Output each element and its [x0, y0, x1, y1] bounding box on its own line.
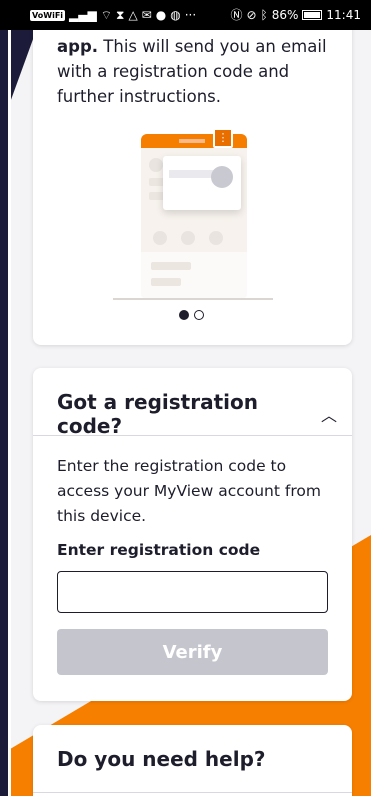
illustration-avatar [149, 158, 163, 172]
chevron-up-icon[interactable]: ︿ [321, 402, 337, 426]
more-icon: ··· [184, 8, 197, 22]
divider [33, 435, 352, 436]
mute-icon: ⊘ [246, 8, 257, 22]
illustration-bubble [209, 231, 223, 245]
intro-body: This will send you an email with a regis… [57, 37, 327, 106]
onboarding-intro-text: app. This will send you an email with a … [57, 34, 337, 109]
illustration-bubble [153, 231, 167, 245]
bluetooth-icon: ᛒ [260, 8, 268, 22]
divider [33, 792, 352, 793]
app-icon: ◍ [170, 8, 181, 22]
illustration-sheet [141, 252, 247, 299]
carousel-dot-active[interactable] [179, 310, 189, 320]
registration-header[interactable]: Got a registration code? ︿ [57, 390, 337, 438]
intro-bold: app. [57, 37, 99, 56]
phone-illustration: ⋮ [113, 126, 273, 311]
clock: 11:41 [326, 8, 361, 22]
kebab-menu-icon: ⋮ [213, 128, 233, 148]
hourglass-icon: ⧗ [116, 8, 125, 22]
registration-code-input[interactable] [57, 571, 328, 613]
onboarding-card: app. This will send you an email with a … [33, 14, 352, 345]
signal-icon: ▂▄▆ [69, 8, 97, 22]
registration-description: Enter the registration code to access yo… [57, 457, 321, 525]
illustration-popup [163, 156, 241, 210]
warning-icon: △ [128, 8, 138, 22]
help-title[interactable]: Do you need help? [57, 747, 266, 771]
mail-icon: ✉ [141, 8, 152, 22]
verify-button[interactable]: Verify [57, 629, 328, 675]
illustration-shadow [113, 298, 273, 300]
wifi-icon: ⌔ [100, 8, 112, 22]
page-edge-line [8, 0, 11, 796]
carousel-dot[interactable] [194, 310, 204, 320]
help-card: Do you need help? [33, 725, 352, 796]
battery-percent: 86% [271, 8, 299, 22]
battery-icon [302, 10, 323, 20]
status-left-icons: VoWiFi ▂▄▆ ⌔ ⧗ △ ✉ ● ◍ ··· [30, 9, 196, 21]
registration-card: Got a registration code? ︿ Enter the reg… [33, 368, 352, 701]
registration-code-label: Enter registration code [57, 541, 261, 559]
illustration-bubble [181, 231, 195, 245]
registration-title: Got a registration code? [57, 390, 258, 438]
status-bar: VoWiFi ▂▄▆ ⌔ ⧗ △ ✉ ● ◍ ··· Ⓝ ⊘ ᛒ 86% 11:… [0, 0, 371, 30]
messenger-icon: ● [155, 8, 167, 22]
nfc-icon: Ⓝ [230, 8, 243, 22]
carousel-indicator [179, 310, 204, 320]
status-right-icons: Ⓝ ⊘ ᛒ 86% 11:41 [230, 8, 361, 22]
vowifi-badge: VoWiFi [30, 9, 66, 21]
